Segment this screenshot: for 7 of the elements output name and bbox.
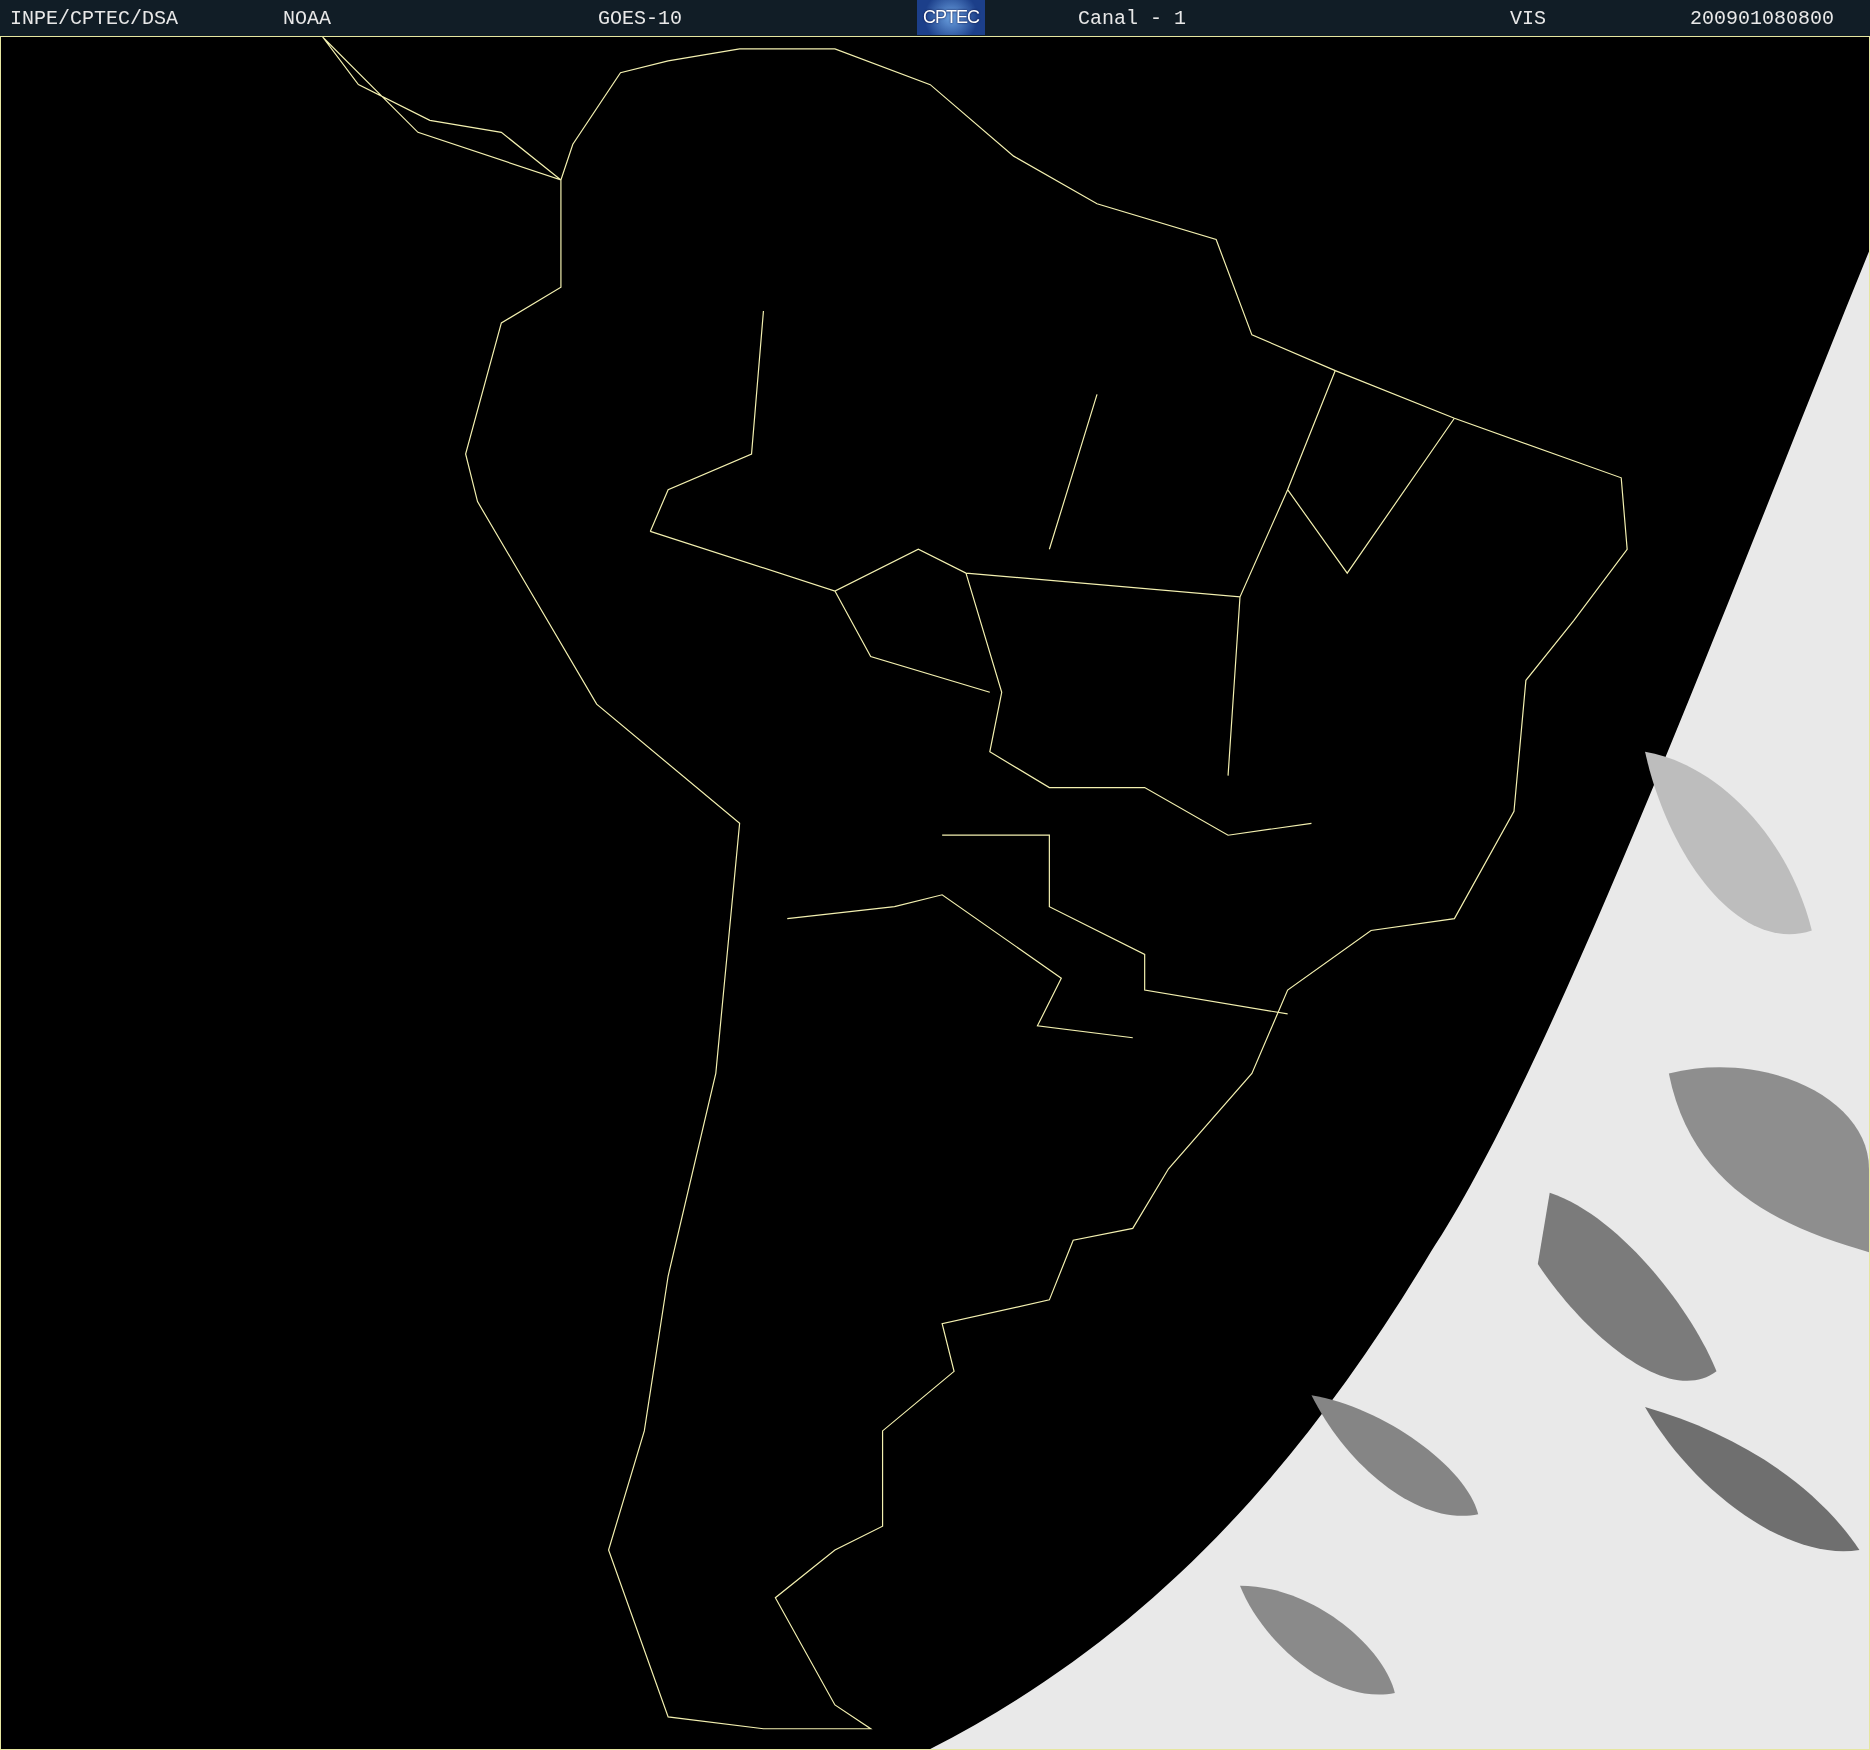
header-label: INPE/CPTEC/DSA [10, 7, 179, 30]
header-label: 200901080800 [1690, 7, 1835, 30]
header-label: NOAA [283, 7, 331, 30]
header-label: GOES-10 [598, 7, 682, 30]
logo: CPTEC [917, 0, 985, 35]
header-label: Canal - 1 [1078, 7, 1187, 30]
header-label: VIS [1510, 7, 1546, 30]
